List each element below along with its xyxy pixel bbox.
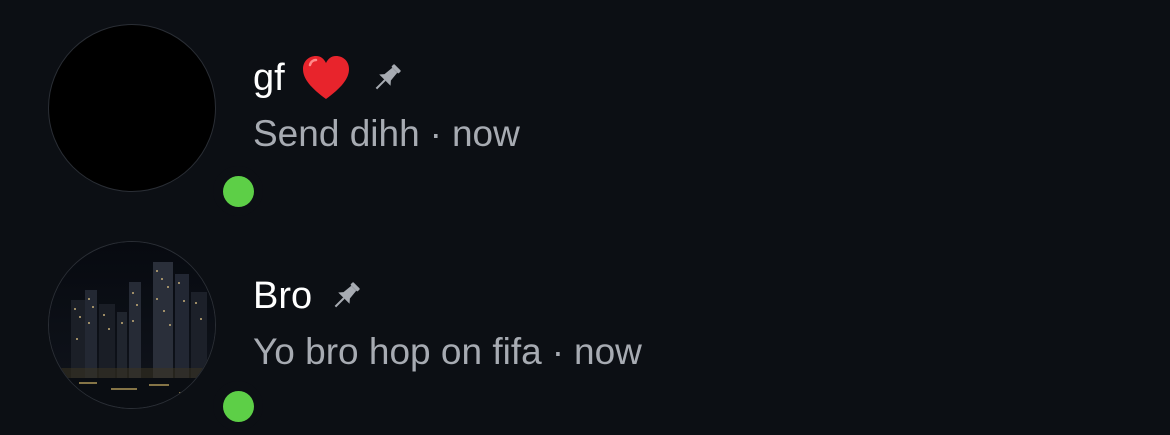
chat-name: gf	[253, 57, 285, 99]
red-heart-icon	[302, 56, 349, 99]
online-status-indicator	[213, 166, 263, 216]
last-message-line: Send dihh · now	[253, 110, 520, 158]
chat-list: gf Send dihh · now Bro Yo bro hop on fif…	[0, 0, 1170, 435]
separator: ·	[551, 331, 565, 372]
separator: ·	[429, 113, 442, 154]
chat-name-line: gf	[253, 52, 520, 104]
chat-row-bro[interactable]: Bro Yo bro hop on fifa · now	[0, 217, 1170, 431]
online-dot	[222, 390, 254, 422]
avatar-container	[48, 24, 263, 216]
online-dot	[222, 175, 254, 207]
chat-name: Bro	[253, 275, 313, 317]
pin-icon	[334, 282, 360, 308]
chat-text: Bro Yo bro hop on fifa · now	[253, 270, 642, 376]
avatar[interactable]	[48, 241, 216, 409]
chat-row-gf[interactable]: gf Send dihh · now	[0, 0, 1170, 216]
avatar[interactable]	[48, 24, 216, 192]
message-time: now	[574, 331, 642, 372]
message-time: now	[451, 113, 520, 154]
chat-name-line: Bro	[253, 270, 642, 322]
city-skyline-photo	[49, 242, 215, 408]
avatar-container	[48, 241, 263, 431]
pin-icon	[375, 64, 401, 90]
online-status-indicator	[213, 381, 263, 431]
last-message-line: Yo bro hop on fifa · now	[253, 328, 642, 376]
last-message: Send dihh	[253, 113, 420, 154]
last-message: Yo bro hop on fifa	[253, 331, 542, 372]
chat-text: gf Send dihh · now	[253, 52, 520, 158]
